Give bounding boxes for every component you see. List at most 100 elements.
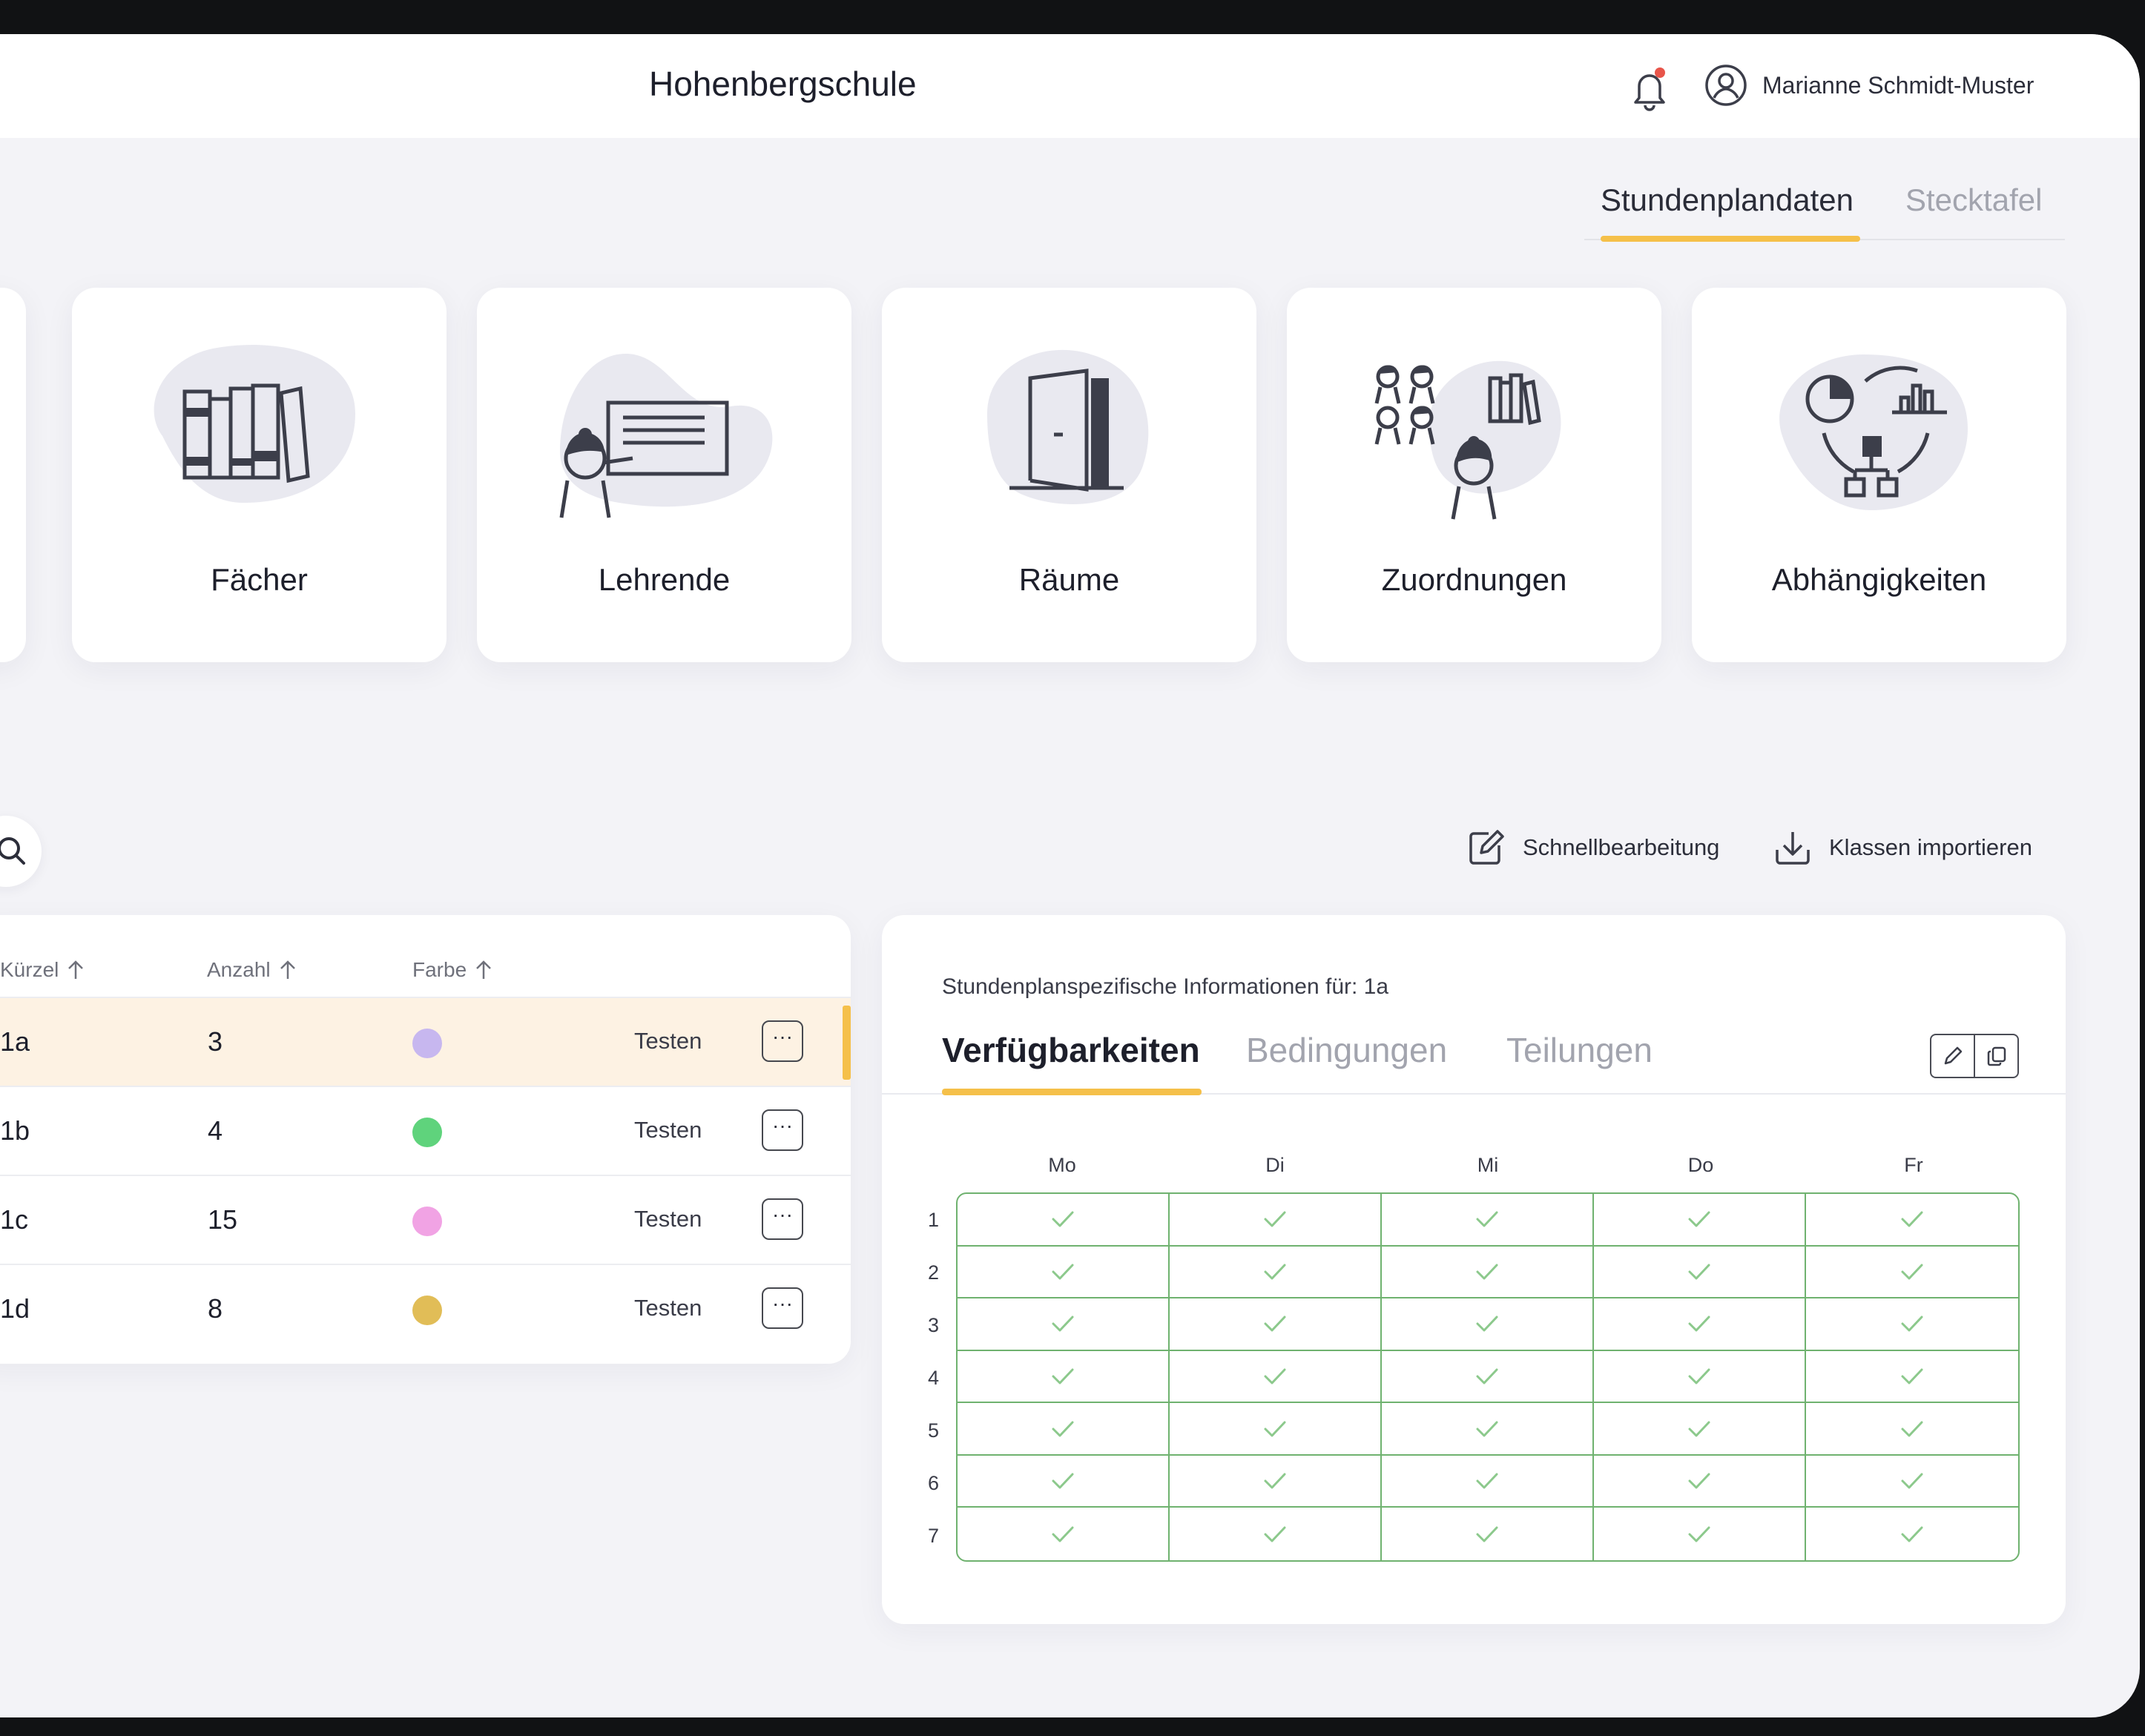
class-code: 1d	[0, 1293, 30, 1324]
availability-cell[interactable]	[1170, 1298, 1382, 1351]
test-link[interactable]: Testen	[634, 1295, 702, 1321]
copy-availability-button[interactable]	[1974, 1035, 2017, 1077]
table-row[interactable]: 1a 3 Testen ···	[0, 997, 851, 1087]
availability-cell[interactable]	[1594, 1246, 1806, 1299]
test-link[interactable]: Testen	[634, 1206, 702, 1232]
bell-icon[interactable]	[1629, 65, 1670, 113]
copy-icon	[1987, 1046, 2006, 1066]
tab-teilungen[interactable]: Teilungen	[1506, 1030, 1653, 1070]
availability-cell[interactable]	[1594, 1403, 1806, 1456]
availability-cell[interactable]	[1382, 1403, 1594, 1456]
availability-cell[interactable]	[1594, 1508, 1806, 1560]
table-row[interactable]: 1d 8 Testen ···	[0, 1264, 851, 1354]
availability-cell[interactable]	[958, 1298, 1170, 1351]
availability-cell[interactable]	[1594, 1455, 1806, 1508]
test-link[interactable]: Testen	[634, 1028, 702, 1055]
availability-cell[interactable]	[1382, 1298, 1594, 1351]
check-icon	[1476, 1421, 1498, 1437]
card-faecher[interactable]: Fächer	[72, 288, 447, 662]
availability-cell[interactable]	[958, 1455, 1170, 1508]
detail-title: Stundenplanspezifische Informationen für…	[942, 974, 1389, 999]
class-count: 15	[208, 1204, 238, 1235]
top-bar: Hohenbergschule Marianne Schmidt-Muster	[0, 34, 2140, 138]
check-icon	[1688, 1421, 1710, 1437]
more-options-button[interactable]: ···	[762, 1109, 803, 1151]
card-lehrende[interactable]: Lehrende	[477, 288, 851, 662]
availability-cell[interactable]	[958, 1194, 1170, 1247]
search-button[interactable]	[0, 816, 42, 887]
availability-cell[interactable]	[1594, 1194, 1806, 1247]
availability-cell[interactable]	[958, 1508, 1170, 1560]
tab-stecktafel[interactable]: Stecktafel	[1905, 182, 2042, 218]
check-icon	[1052, 1316, 1074, 1332]
card-label: Fächer	[211, 562, 308, 597]
tab-bedingungen[interactable]: Bedingungen	[1246, 1030, 1447, 1070]
period-label: 5	[928, 1419, 940, 1442]
check-icon	[1264, 1421, 1286, 1437]
availability-cell[interactable]	[1806, 1247, 2018, 1299]
availability-cell[interactable]	[1170, 1246, 1382, 1299]
availability-cell[interactable]	[1170, 1194, 1382, 1247]
quick-edit-button[interactable]: Schnellbearbeitung	[1466, 828, 1719, 868]
day-header-mi: Mi	[1477, 1154, 1499, 1176]
app-screen: Hohenbergschule Marianne Schmidt-Muster …	[0, 34, 2140, 1717]
quick-edit-label: Schnellbearbeitung	[1523, 834, 1720, 860]
availability-cell[interactable]	[1594, 1350, 1806, 1404]
column-header-anzahl[interactable]: Anzahl	[207, 958, 296, 982]
check-icon	[1688, 1368, 1710, 1384]
more-options-button[interactable]: ···	[762, 1287, 803, 1329]
check-icon	[1052, 1526, 1074, 1542]
period-label: 4	[928, 1367, 940, 1389]
card-partial[interactable]	[0, 288, 26, 662]
card-zuordnungen[interactable]: Zuordnungen	[1287, 288, 1661, 662]
table-row[interactable]: 1c 15 Testen ···	[0, 1175, 851, 1265]
availability-cell[interactable]	[1170, 1350, 1382, 1404]
availability-cell[interactable]	[1806, 1298, 2018, 1351]
check-icon	[1476, 1473, 1498, 1489]
availability-cell[interactable]	[1382, 1455, 1594, 1508]
availability-cell[interactable]	[958, 1403, 1170, 1456]
availability-cell[interactable]	[1382, 1194, 1594, 1247]
check-icon	[1476, 1368, 1498, 1384]
card-raeume[interactable]: Räume	[882, 288, 1256, 662]
class-color-dot	[412, 1118, 442, 1147]
availability-cell[interactable]	[1594, 1298, 1806, 1351]
table-row[interactable]: 1b 4 Testen ···	[0, 1086, 851, 1176]
availability-cell[interactable]	[1382, 1350, 1594, 1404]
availability-cell[interactable]	[1806, 1508, 2018, 1560]
availability-cell[interactable]	[958, 1246, 1170, 1299]
test-link[interactable]: Testen	[634, 1117, 702, 1143]
class-count: 3	[208, 1026, 223, 1057]
availability-cell[interactable]	[1806, 1351, 2018, 1404]
availability-cell[interactable]	[1170, 1403, 1382, 1456]
door-icon	[987, 349, 1149, 504]
import-classes-button[interactable]: Klassen importieren	[1773, 828, 2032, 868]
check-icon	[1688, 1526, 1710, 1542]
card-label: Zuordnungen	[1381, 562, 1567, 597]
user-menu[interactable]: Marianne Schmidt-Muster	[1704, 64, 2034, 107]
card-abhaengigkeiten[interactable]: Abhängigkeiten	[1692, 288, 2066, 662]
edit-icon	[1469, 830, 1504, 865]
more-options-button[interactable]: ···	[762, 1198, 803, 1240]
user-name: Marianne Schmidt-Muster	[1762, 71, 2034, 99]
availability-cell[interactable]	[1806, 1456, 2018, 1508]
availability-cell[interactable]	[1806, 1403, 2018, 1456]
more-options-button[interactable]: ···	[762, 1020, 803, 1062]
classes-table: Kürzel Anzahl Farbe 1a 3 Testen ··· 1b 4…	[0, 915, 851, 1364]
column-header-kuerzel[interactable]: Kürzel	[0, 958, 84, 982]
user-avatar-icon	[1705, 65, 1747, 106]
availability-cell[interactable]	[1170, 1508, 1382, 1560]
dependencies-icon	[1779, 354, 1968, 510]
detail-tab-indicator	[942, 1089, 1202, 1095]
availability-cell[interactable]	[1170, 1455, 1382, 1508]
column-header-farbe[interactable]: Farbe	[412, 958, 492, 982]
tab-stundenplandaten[interactable]: Stundenplandaten	[1601, 182, 1854, 218]
tab-verfuegbarkeiten[interactable]: Verfügbarkeiten	[942, 1030, 1200, 1070]
availability-cell[interactable]	[958, 1350, 1170, 1404]
edit-availability-button[interactable]	[1931, 1035, 1974, 1077]
day-header-do: Do	[1687, 1154, 1714, 1176]
availability-cell[interactable]	[1382, 1246, 1594, 1299]
availability-cell[interactable]	[1382, 1508, 1594, 1560]
availability-cell[interactable]	[1806, 1194, 2018, 1247]
books-icon	[154, 344, 355, 503]
